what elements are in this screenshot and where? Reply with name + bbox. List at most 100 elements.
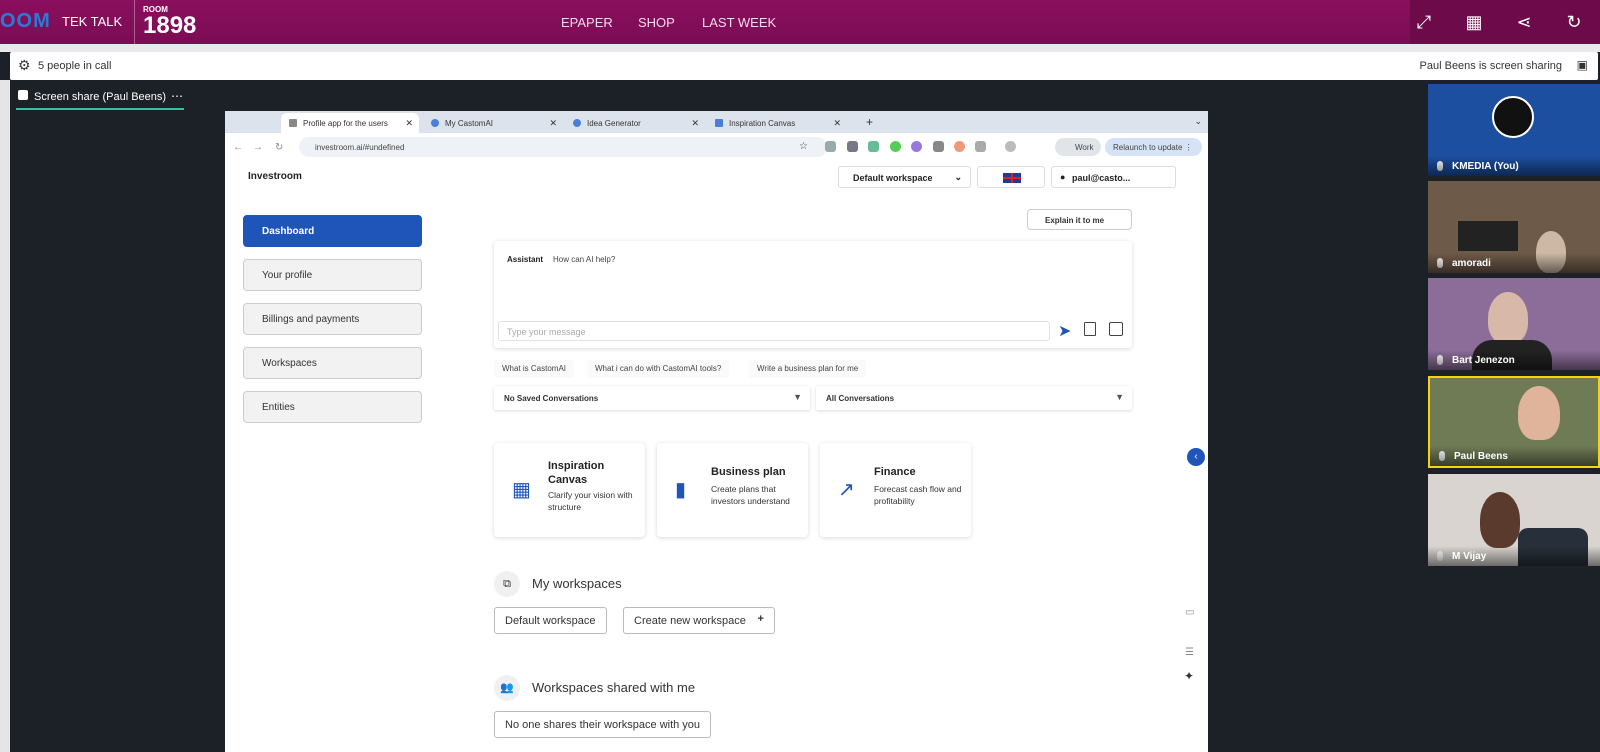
sidebar-item-profile[interactable]: Your profile [243, 259, 422, 291]
grid-icon: ▦ [512, 479, 531, 501]
extension-icon[interactable] [933, 141, 944, 152]
extension-icon[interactable] [890, 141, 901, 152]
participant-tile[interactable]: amoradi [1428, 181, 1600, 273]
screen-share-icon[interactable]: ▣ [1577, 58, 1588, 72]
extensions-icon[interactable] [1005, 141, 1016, 152]
room-logo[interactable]: ROOM 1898 [143, 5, 196, 38]
grid-icon[interactable]: ▦ [1462, 10, 1486, 34]
participant-name: Bart Jenezon [1428, 350, 1600, 370]
back-icon[interactable]: ← [233, 142, 243, 153]
site-logo[interactable]: OOM [0, 10, 51, 33]
workspace-select[interactable]: Default workspace ⌄ [838, 166, 971, 188]
participant-tile[interactable]: M Vijay [1428, 474, 1600, 566]
tab-label: Idea Generator [587, 119, 641, 128]
create-workspace-button[interactable]: Create new workspace + [623, 607, 775, 634]
gear-icon[interactable]: ⚙ [18, 57, 31, 74]
sparkle-icon[interactable]: ✦ [1184, 669, 1194, 683]
nav-last-week[interactable]: LAST WEEK [702, 15, 776, 30]
tab-search-icon[interactable]: ⌄ [1194, 116, 1202, 127]
show-name[interactable]: TEK TALK [62, 14, 122, 29]
suggestion-chip[interactable]: Write a business plan for me [749, 360, 867, 378]
assistant-prompt: How can AI help? [553, 255, 616, 264]
close-icon[interactable]: ✕ [405, 118, 413, 129]
favicon-icon [289, 119, 297, 127]
trend-icon: ↗ [838, 479, 855, 501]
workspaces-icon: ⧉ [494, 571, 520, 597]
relaunch-button[interactable]: Relaunch to update ⋮ [1105, 138, 1202, 156]
share-icon[interactable]: ⋖ [1512, 10, 1536, 34]
star-icon[interactable]: ☆ [799, 141, 808, 152]
default-workspace-button[interactable]: Default workspace [494, 607, 607, 634]
browser-tab[interactable]: Profile app for the users ✕ [281, 113, 419, 133]
divider [134, 0, 135, 44]
sharing-status: Paul Beens is screen sharing [1419, 60, 1562, 72]
reload-icon[interactable]: ↻ [275, 142, 283, 153]
user-email: paul@casto... [1072, 173, 1131, 183]
shared-workspaces-title: Workspaces shared with me [532, 680, 696, 695]
message-input[interactable]: Type your message [498, 321, 1050, 341]
extension-icon[interactable] [825, 141, 836, 152]
browser-tab-strip: Profile app for the users ✕ My CastomAI … [225, 111, 1208, 133]
screen-share-tab[interactable]: Screen share (Paul Beens) ⋯ [16, 84, 184, 110]
profile-chip[interactable]: Work [1055, 138, 1101, 156]
more-icon[interactable]: ⋯ [171, 89, 183, 103]
extension-icon[interactable] [847, 141, 858, 152]
language-select[interactable] [977, 166, 1045, 188]
all-conversations-select[interactable]: All Conversations ▼ [816, 386, 1132, 410]
list-icon[interactable]: ☰ [1185, 647, 1194, 658]
sidebar-item-billing[interactable]: Billings and payments [243, 303, 422, 335]
trash-icon[interactable] [1084, 322, 1096, 336]
my-workspaces-title: My workspaces [532, 576, 622, 591]
card-business-plan[interactable]: ▮ Business plan Create plans that invest… [657, 443, 808, 537]
nav-epaper[interactable]: EPAPER [561, 15, 613, 30]
url-field[interactable]: investroom.ai/#undefined ☆ [299, 137, 827, 157]
caret-down-icon: ▼ [1115, 392, 1124, 402]
user-menu[interactable]: ● paul@casto... [1051, 166, 1176, 188]
browser-tab[interactable]: My CastomAI ✕ [423, 113, 563, 133]
suggestion-chip[interactable]: What i can do with CastomAI tools? [587, 360, 730, 378]
forward-icon[interactable]: → [253, 142, 263, 153]
assistant-panel: Assistant How can AI help? Type your mes… [494, 241, 1132, 348]
nav-shop[interactable]: SHOP [638, 15, 675, 30]
card-finance[interactable]: ↗ Finance Forecast cash flow and profita… [820, 443, 971, 537]
explain-button[interactable]: Explain it to me [1027, 209, 1132, 230]
suggestion-chip[interactable]: What is CastomAI [494, 360, 575, 378]
participant-tile[interactable]: KMEDIA (You) [1428, 84, 1600, 176]
card-description: Clarify your vision with structure [548, 490, 633, 512]
collapse-icon[interactable]: ‹ [1187, 448, 1205, 466]
user-icon: ● [1060, 172, 1066, 182]
url-text: investroom.ai/#undefined [315, 143, 405, 152]
sidebar-item-workspaces[interactable]: Workspaces [243, 347, 422, 379]
send-icon[interactable]: ➤ [1058, 321, 1071, 341]
expand-icon[interactable]: ⤢ [1412, 10, 1436, 34]
close-icon[interactable]: ✕ [833, 118, 841, 129]
app-page: Investroom Default workspace ⌄ ● paul@ca… [225, 161, 1208, 752]
participant-name: Paul Beens [1430, 446, 1598, 466]
extension-icon[interactable] [911, 141, 922, 152]
browser-tab[interactable]: Inspiration Canvas ✕ [707, 113, 847, 133]
new-tab-button[interactable]: + [866, 115, 873, 129]
left-edge [0, 80, 10, 752]
extension-icon[interactable] [975, 141, 986, 152]
refresh-icon[interactable]: ↻ [1562, 10, 1586, 34]
extension-icon[interactable] [954, 141, 965, 152]
sidebar-item-dashboard[interactable]: Dashboard [243, 215, 422, 247]
participant-tile[interactable]: Bart Jenezon [1428, 278, 1600, 370]
saved-conversations-select[interactable]: No Saved Conversations ▼ [494, 386, 810, 410]
favicon-icon [431, 119, 439, 127]
workspace-select-value: Default workspace [853, 173, 933, 183]
shared-browser-window: Profile app for the users ✕ My CastomAI … [225, 111, 1208, 752]
browser-tab[interactable]: Idea Generator ✕ [565, 113, 705, 133]
monitor-shape [1458, 221, 1518, 251]
close-icon[interactable]: ✕ [691, 118, 699, 129]
sidebar-item-entities[interactable]: Entities [243, 391, 422, 423]
close-icon[interactable]: ✕ [549, 118, 557, 129]
people-count: 5 people in call [38, 60, 112, 72]
brand-logo[interactable]: Investroom [248, 171, 302, 182]
save-icon[interactable] [1109, 322, 1123, 336]
extension-icon[interactable] [868, 141, 879, 152]
participant-tile-active-speaker[interactable]: Paul Beens [1428, 376, 1600, 468]
image-icon[interactable]: ▭ [1185, 607, 1194, 618]
uk-flag-icon [1003, 173, 1021, 183]
card-inspiration-canvas[interactable]: ▦ Inspiration Canvas Clarify your vision… [494, 443, 645, 537]
